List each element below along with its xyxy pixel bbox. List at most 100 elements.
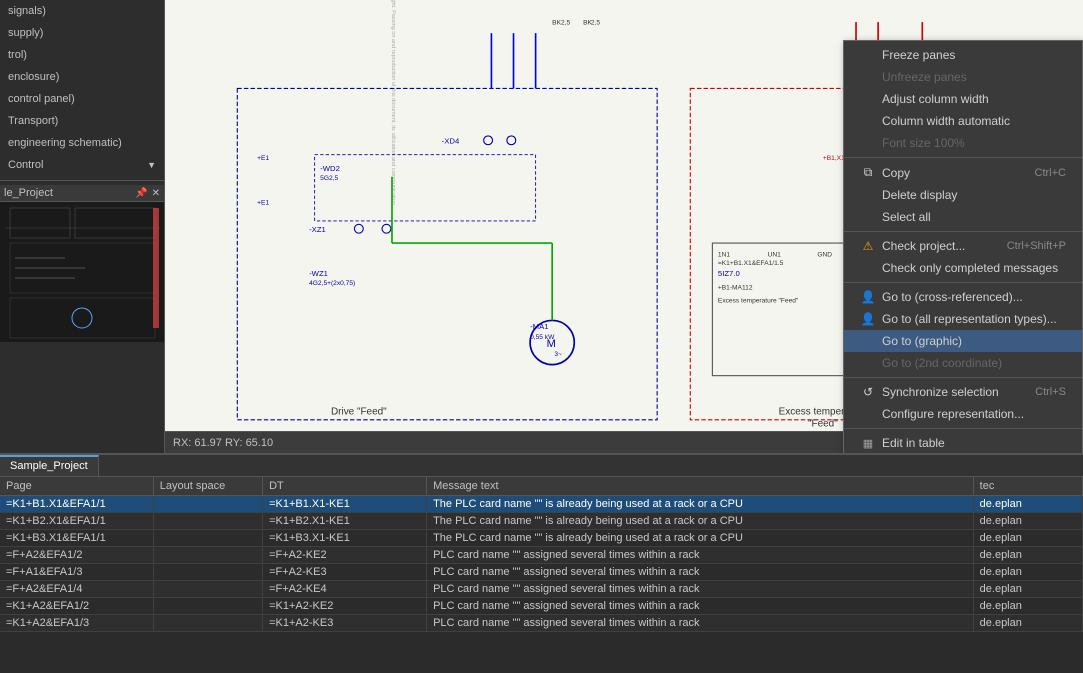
table-row[interactable]: =F+A2&EFA1/2 =F+A2-KE2PLC card name "" as… <box>0 547 1083 564</box>
tab-bar: Sample_Project <box>0 455 1083 477</box>
table-cell-page: =F+A1&EFA1/3 <box>0 564 153 581</box>
sync-icon: ↺ <box>860 385 876 399</box>
ctx-go-cross-ref-label: Go to (cross-referenced)... <box>882 290 1023 304</box>
table-cell-message: The PLC card name "" is already being us… <box>427 496 974 513</box>
ctx-select-all-label: Select all <box>882 210 931 224</box>
sidebar-panel: le_Project 📌 ✕ <box>0 180 164 342</box>
table-cell-tech: de.eplan <box>973 530 1082 547</box>
svg-text:+E1: +E1 <box>257 199 269 206</box>
sidebar-item-supply[interactable]: supply) <box>0 22 164 44</box>
svg-text:4G2,5+(2x0,75): 4G2,5+(2x0,75) <box>309 280 355 287</box>
table-icon: ▦ <box>860 437 876 450</box>
table-cell-page: =K1+B3.X1&EFA1/1 <box>0 530 153 547</box>
ctx-column-auto[interactable]: Column width automatic <box>844 110 1082 132</box>
svg-text:0,55 kW: 0,55 kW <box>530 334 555 341</box>
table-cell-layout <box>153 547 262 564</box>
tab-sample-project[interactable]: Sample_Project <box>0 455 99 476</box>
coordinates-display: RX: 61.97 RY: 65.10 <box>173 437 273 449</box>
svg-text:3~: 3~ <box>554 351 562 358</box>
table-cell-dt: =K1+B3.X1-KE1 <box>263 530 427 547</box>
ctx-check-completed[interactable]: Check only completed messages <box>844 257 1082 279</box>
person-all-icon: 👤 <box>860 312 876 326</box>
copy-icon: ⧉ <box>860 165 876 180</box>
ctx-sync-selection[interactable]: ↺ Synchronize selection Ctrl+S <box>844 381 1082 403</box>
table-cell-dt: =F+A2-KE2 <box>263 547 427 564</box>
table-row[interactable]: =K1+B1.X1&EFA1/1=K1+B1.X1-KE1The PLC car… <box>0 496 1083 513</box>
ctx-adjust-column[interactable]: Adjust column width <box>844 88 1082 110</box>
ctx-edit-table[interactable]: ▦ Edit in table <box>844 432 1082 453</box>
table-cell-message: PLC card name "" assigned several times … <box>427 615 974 632</box>
col-header-layout: Layout space <box>153 477 262 496</box>
ctx-copy[interactable]: ⧉ Copy Ctrl+C <box>844 161 1082 184</box>
ctx-delete-label: Delete display <box>882 188 957 202</box>
col-header-dt: DT <box>263 477 427 496</box>
table-row[interactable]: =F+A2&EFA1/4=F+A2-KE4PLC card name "" as… <box>0 581 1083 598</box>
ctx-configure-label: Configure representation... <box>882 407 1024 421</box>
col-header-message: Message text <box>427 477 974 496</box>
table-cell-message: PLC card name "" assigned several times … <box>427 547 974 564</box>
table-cell-message: PLC card name "" assigned several times … <box>427 598 974 615</box>
table-cell-layout <box>153 598 262 615</box>
messages-table-container[interactable]: Page Layout space DT Message text tec =K… <box>0 477 1083 673</box>
svg-text:-WZ1: -WZ1 <box>309 269 328 278</box>
panel-header: le_Project 📌 ✕ <box>0 185 164 202</box>
ctx-check-project-shortcut: Ctrl+Shift+P <box>1007 240 1066 252</box>
svg-text:Drive "Feed": Drive "Feed" <box>331 406 387 417</box>
table-cell-page: =K1+A2&EFA1/3 <box>0 615 153 632</box>
table-cell-dt: =F+A2-KE3 <box>263 564 427 581</box>
context-menu: Freeze panes Unfreeze panes Adjust colum… <box>843 40 1083 453</box>
table-cell-tech: de.eplan <box>973 564 1082 581</box>
table-header-row: Page Layout space DT Message text tec <box>0 477 1083 496</box>
table-cell-page: =F+A2&EFA1/4 <box>0 581 153 598</box>
table-row[interactable]: =K1+A2&EFA1/3=K1+A2-KE3PLC card name "" … <box>0 615 1083 632</box>
sidebar-item-enclosure[interactable]: enclosure) <box>0 66 164 88</box>
project-thumbnail <box>0 202 164 342</box>
sidebar-item-engineering[interactable]: engineering schematic) <box>0 132 164 154</box>
table-cell-layout <box>153 564 262 581</box>
sidebar: signals) supply) trol) enclosure) contro… <box>0 0 165 453</box>
ctx-check-project[interactable]: ⚠ Check project... Ctrl+Shift+P <box>844 235 1082 257</box>
table-row[interactable]: =K1+A2&EFA1/2=K1+A2-KE2PLC card name "" … <box>0 598 1083 615</box>
table-cell-tech: de.eplan <box>973 598 1082 615</box>
table-cell-layout <box>153 581 262 598</box>
ctx-freeze-label: Freeze panes <box>882 48 955 62</box>
close-icon[interactable]: ✕ <box>152 188 160 199</box>
table-cell-page: =F+A2&EFA1/2 <box>0 547 153 564</box>
ctx-freeze-panes[interactable]: Freeze panes <box>844 44 1082 66</box>
pin-icon[interactable]: 📌 <box>135 188 147 199</box>
ctx-go-graphic[interactable]: Go to (graphic) <box>844 330 1082 352</box>
messages-table: Page Layout space DT Message text tec =K… <box>0 477 1083 632</box>
ctx-select-all[interactable]: Select all <box>844 206 1082 228</box>
table-cell-dt: =K1+B1.X1-KE1 <box>263 496 427 513</box>
sidebar-item-control-panel[interactable]: control panel) <box>0 88 164 110</box>
ctx-go-all-types[interactable]: 👤 Go to (all representation types)... <box>844 308 1082 330</box>
table-cell-tech: de.eplan <box>973 615 1082 632</box>
ctx-sync-label: Synchronize selection <box>882 385 999 399</box>
table-cell-tech: de.eplan <box>973 581 1082 598</box>
table-cell-message: The PLC card name "" is already being us… <box>427 513 974 530</box>
sidebar-item-signals[interactable]: signals) <box>0 0 164 22</box>
table-row[interactable]: =F+A1&EFA1/3=F+A2-KE3PLC card name "" as… <box>0 564 1083 581</box>
table-cell-message: The PLC card name "" is already being us… <box>427 530 974 547</box>
sidebar-item-transport[interactable]: Transport) <box>0 110 164 132</box>
svg-text:GND: GND <box>817 251 832 258</box>
ctx-sep-3 <box>844 282 1082 283</box>
table-cell-tech: de.eplan <box>973 513 1082 530</box>
table-cell-message: PLC card name "" assigned several times … <box>427 581 974 598</box>
warning-icon: ⚠ <box>860 239 876 253</box>
ctx-copy-label: Copy <box>882 166 910 180</box>
ctx-unfreeze-panes: Unfreeze panes <box>844 66 1082 88</box>
sidebar-item-control[interactable]: trol) <box>0 44 164 66</box>
ctx-check-project-label: Check project... <box>882 239 965 253</box>
ctx-go-cross-ref[interactable]: 👤 Go to (cross-referenced)... <box>844 286 1082 308</box>
ctx-configure-rep[interactable]: Configure representation... <box>844 403 1082 425</box>
ctx-unfreeze-label: Unfreeze panes <box>882 70 967 84</box>
ctx-delete-display[interactable]: Delete display <box>844 184 1082 206</box>
ctx-font-label: Font size 100% <box>882 136 965 150</box>
sidebar-item-control-main[interactable]: Control ▼ <box>0 154 164 176</box>
table-cell-layout <box>153 513 262 530</box>
svg-text:Excess temperature "Feed": Excess temperature "Feed" <box>718 298 799 305</box>
table-row[interactable]: =K1+B2.X1&EFA1/1=K1+B2.X1-KE1The PLC car… <box>0 513 1083 530</box>
table-row[interactable]: =K1+B3.X1&EFA1/1 =K1+B3.X1-KE1The PLC car… <box>0 530 1083 547</box>
table-cell-layout <box>153 496 262 513</box>
